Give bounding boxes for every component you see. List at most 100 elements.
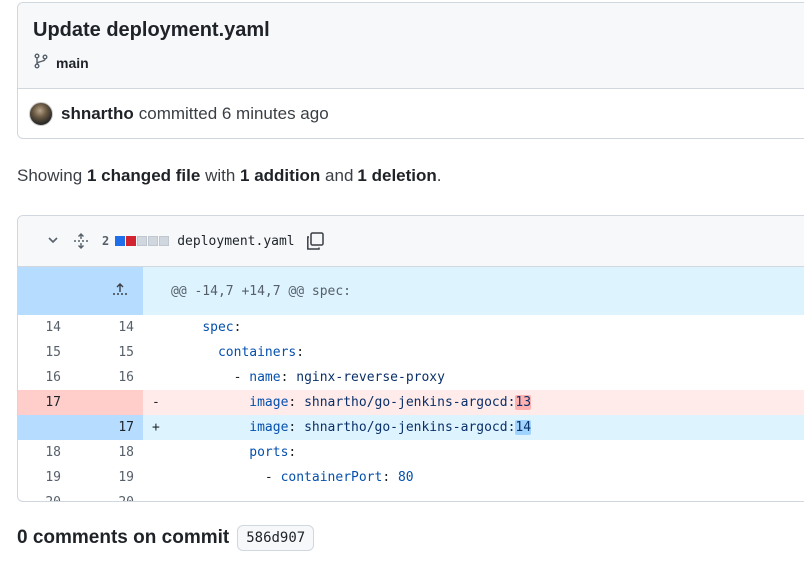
diff-marker xyxy=(143,490,171,501)
git-branch-icon xyxy=(33,53,56,72)
file-diff: 2 deployment.yaml @@ -14,7 +14,7 @@ spec… xyxy=(17,215,804,502)
new-line-number[interactable] xyxy=(80,390,143,415)
code-line: image: shnartho/go-jenkins-argocd:13 xyxy=(171,390,804,415)
yaml-key: image xyxy=(249,395,289,410)
yaml-key: image xyxy=(249,420,289,435)
new-line-number[interactable]: 16 xyxy=(80,365,143,390)
committed-time: committed 6 minutes ago xyxy=(138,104,329,123)
yaml-key: containers xyxy=(217,345,297,360)
summary-and: and xyxy=(325,166,354,185)
summary-deletions: 1 deletion xyxy=(357,166,437,185)
commit-meta: shnartho committed 6 minutes ago xyxy=(18,89,804,138)
hunk-header: @@ -14,7 +14,7 @@ spec: xyxy=(143,267,804,315)
diffstat-neutral-block xyxy=(148,236,159,246)
code-line: spec: xyxy=(171,315,804,340)
diff-marker xyxy=(143,440,171,465)
commit-title-area: Update deployment.yaml main xyxy=(18,3,804,89)
old-line-number[interactable] xyxy=(18,415,80,440)
changed-token: 13 xyxy=(515,395,532,410)
old-line-number[interactable]: 20 xyxy=(18,490,80,501)
author-link[interactable]: shnartho xyxy=(61,104,134,124)
diff-marker xyxy=(143,340,171,365)
yaml-separator: : xyxy=(382,470,398,485)
diff-line-context: 16 16 - name: nginx-reverse-proxy xyxy=(18,365,804,390)
yaml-value: nginx-reverse-proxy xyxy=(296,370,445,385)
diff-line-context: 15 15 containers: xyxy=(18,340,804,365)
commit-title: Update deployment.yaml xyxy=(33,19,270,41)
summary-prefix: Showing xyxy=(17,166,83,185)
yaml-value: shnartho/go-jenkins-argocd: xyxy=(304,395,516,410)
file-header: 2 deployment.yaml xyxy=(18,216,804,267)
diff-marker: + xyxy=(143,415,171,440)
file-name-link[interactable]: deployment.yaml xyxy=(177,234,294,249)
old-line-number[interactable]: 14 xyxy=(18,315,80,340)
diff-marker: - xyxy=(143,390,171,415)
yaml-key: spec xyxy=(202,320,234,335)
new-line-number[interactable]: 17 xyxy=(80,415,143,440)
summary-changed-files[interactable]: 1 changed file xyxy=(87,166,200,185)
yaml-separator: : xyxy=(296,345,305,360)
diff-line-deletion: 17 - image: shnartho/go-jenkins-argocd:13 xyxy=(18,390,804,415)
comments-count-text: 0 comments on commit xyxy=(17,527,230,548)
new-line-number[interactable]: 20 xyxy=(80,490,143,501)
code-line xyxy=(171,490,804,501)
new-line-number[interactable]: 19 xyxy=(80,465,143,490)
branch-name[interactable]: main xyxy=(56,55,89,71)
old-line-number[interactable]: 18 xyxy=(18,440,80,465)
code-indent: - xyxy=(171,370,250,385)
chevron-down-icon[interactable] xyxy=(46,233,60,250)
old-line-number[interactable]: 15 xyxy=(18,340,80,365)
branch-link[interactable]: main xyxy=(33,53,801,72)
commit-header-box: Update deployment.yaml main shnartho com… xyxy=(17,2,804,139)
yaml-separator: : xyxy=(233,320,242,335)
yaml-separator: : xyxy=(280,370,297,385)
summary-with: with xyxy=(205,166,236,185)
diffstat-add-block xyxy=(115,236,126,246)
code-indent: - xyxy=(171,470,281,485)
expand-up-icon[interactable] xyxy=(18,267,143,315)
yaml-separator: : xyxy=(288,420,305,435)
new-line-number[interactable]: 14 xyxy=(80,315,143,340)
diff-marker xyxy=(143,315,171,340)
summary-additions: 1 addition xyxy=(240,166,321,185)
code-line: - name: nginx-reverse-proxy xyxy=(171,365,804,390)
code-line: image: shnartho/go-jenkins-argocd:14 xyxy=(171,415,804,440)
diff-table: @@ -14,7 +14,7 @@ spec: 14 14 spec: 15 15 c… xyxy=(18,267,804,501)
yaml-separator: : xyxy=(288,445,297,460)
copy-icon[interactable] xyxy=(305,231,325,251)
new-line-number[interactable]: 18 xyxy=(80,440,143,465)
summary-suffix: . xyxy=(436,166,442,185)
avatar[interactable] xyxy=(29,102,53,126)
changed-token: 14 xyxy=(515,420,532,435)
diff-line-context: 18 18 ports: xyxy=(18,440,804,465)
code-line: ports: xyxy=(171,440,804,465)
diff-line-context: 14 14 spec: xyxy=(18,315,804,340)
yaml-separator: : xyxy=(288,395,305,410)
commit-sha[interactable]: 586d907 xyxy=(237,525,315,551)
new-line-number[interactable]: 15 xyxy=(80,340,143,365)
hunk-header-row: @@ -14,7 +14,7 @@ spec: xyxy=(18,267,804,315)
old-line-number[interactable]: 16 xyxy=(18,365,80,390)
diff-marker xyxy=(143,365,171,390)
diffstat-neutral-block xyxy=(159,236,170,246)
yaml-key: ports xyxy=(249,445,289,460)
diffstat-neutral-block xyxy=(137,236,148,246)
diff-marker xyxy=(143,465,171,490)
yaml-key: name xyxy=(249,370,281,385)
yaml-key: containerPort xyxy=(280,470,383,485)
code-line: containers: xyxy=(171,340,804,365)
unfold-icon[interactable] xyxy=(72,232,90,250)
code-line: - containerPort: 80 xyxy=(171,465,804,490)
yaml-number: 80 xyxy=(397,470,414,485)
diff-line-context: 2020 xyxy=(18,490,804,501)
diff-line-addition: 17 + image: shnartho/go-jenkins-argocd:14 xyxy=(18,415,804,440)
comments-heading: 0 comments on commit 586d907 xyxy=(17,525,315,551)
old-line-number[interactable]: 19 xyxy=(18,465,80,490)
yaml-value: shnartho/go-jenkins-argocd: xyxy=(304,420,516,435)
old-line-number[interactable]: 17 xyxy=(18,390,80,415)
diffstat-del-block xyxy=(126,236,137,246)
